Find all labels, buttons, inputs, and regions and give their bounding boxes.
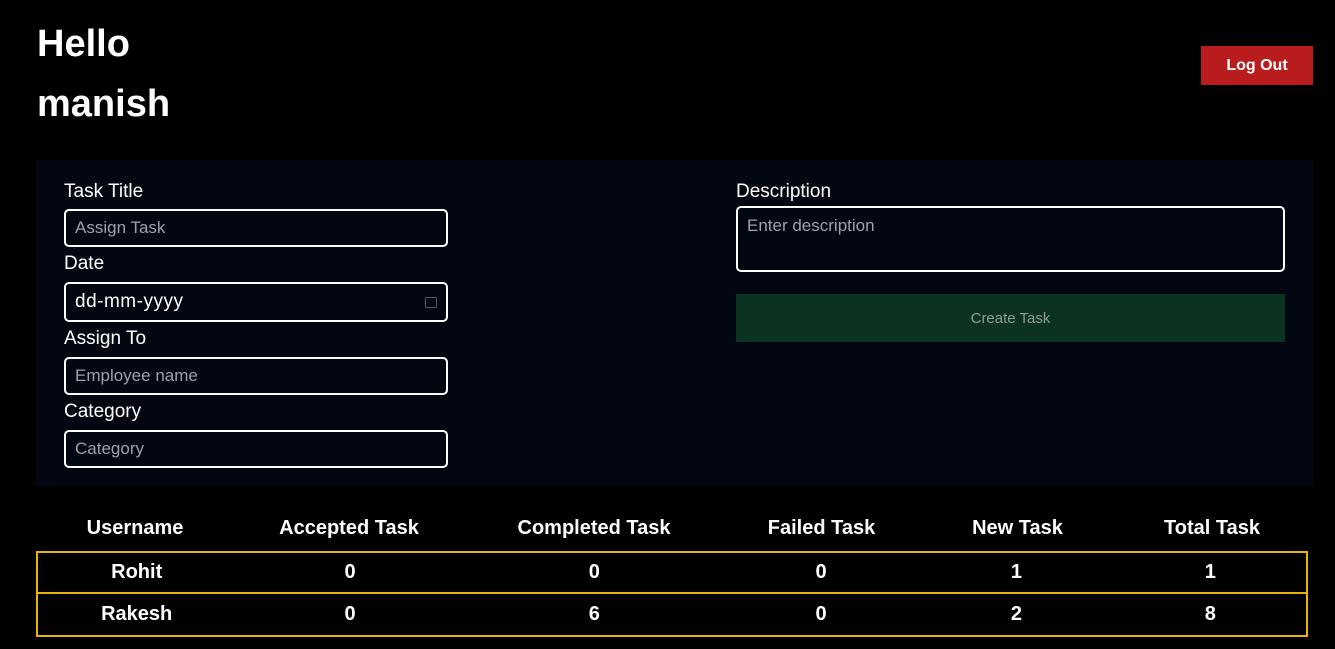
description-label: Description	[736, 181, 832, 202]
assign-to-input[interactable]	[64, 357, 448, 395]
cell-username: Rakesh	[101, 603, 173, 625]
date-input-value: dd-mm-yyyy	[75, 291, 184, 312]
date-input[interactable]: dd-mm-yyyy	[64, 282, 448, 322]
description-textarea[interactable]	[736, 206, 1285, 272]
cell-completed: 6	[588, 603, 600, 625]
cell-new: 1	[1010, 561, 1022, 583]
task-title-input[interactable]	[64, 209, 448, 247]
cell-failed: 0	[815, 561, 827, 583]
create-task-button[interactable]: Create Task	[736, 294, 1285, 342]
form-left-column: Task Title Date dd-mm-yyyy Assign To Cat…	[64, 180, 448, 468]
cell-accepted: 0	[344, 561, 356, 583]
assign-to-label: Assign To	[64, 328, 147, 349]
cell-total: 1	[1204, 561, 1216, 583]
cell-failed: 0	[815, 603, 827, 625]
greeting-heading: Hello manish	[37, 14, 170, 134]
cell-new: 2	[1010, 603, 1022, 625]
col-accepted-task: Accepted Task	[279, 516, 419, 539]
category-label: Category	[64, 401, 142, 422]
task-title-label: Task Title	[64, 181, 144, 202]
col-completed-task: Completed Task	[517, 516, 671, 539]
col-total-task: Total Task	[1164, 516, 1260, 539]
logout-button[interactable]: Log Out	[1201, 46, 1313, 85]
cell-completed: 0	[588, 561, 600, 583]
dashboard-page: Hello manish Log Out Task Title Date dd-…	[0, 0, 1335, 649]
calendar-icon[interactable]	[425, 296, 437, 308]
col-new-task: New Task	[972, 516, 1063, 539]
stats-header-row: Username Accepted Task Completed Task Fa…	[36, 505, 1308, 551]
table-row: Rakesh 0 6 0 2 8	[36, 594, 1308, 637]
create-task-form: Task Title Date dd-mm-yyyy Assign To Cat…	[36, 160, 1313, 486]
category-input[interactable]	[64, 430, 448, 468]
col-failed-task: Failed Task	[767, 516, 876, 539]
greeting-hello: Hello	[37, 23, 130, 65]
cell-total: 8	[1204, 603, 1216, 625]
form-right-column: Description Create Task	[736, 180, 1285, 342]
col-username: Username	[86, 516, 184, 539]
date-label: Date	[64, 253, 105, 274]
cell-username: Rohit	[111, 561, 163, 583]
cell-accepted: 0	[344, 603, 356, 625]
table-row: Rohit 0 0 0 1 1	[36, 551, 1308, 594]
greeting-username: manish	[37, 83, 171, 125]
employee-stats-table: Username Accepted Task Completed Task Fa…	[36, 505, 1308, 637]
